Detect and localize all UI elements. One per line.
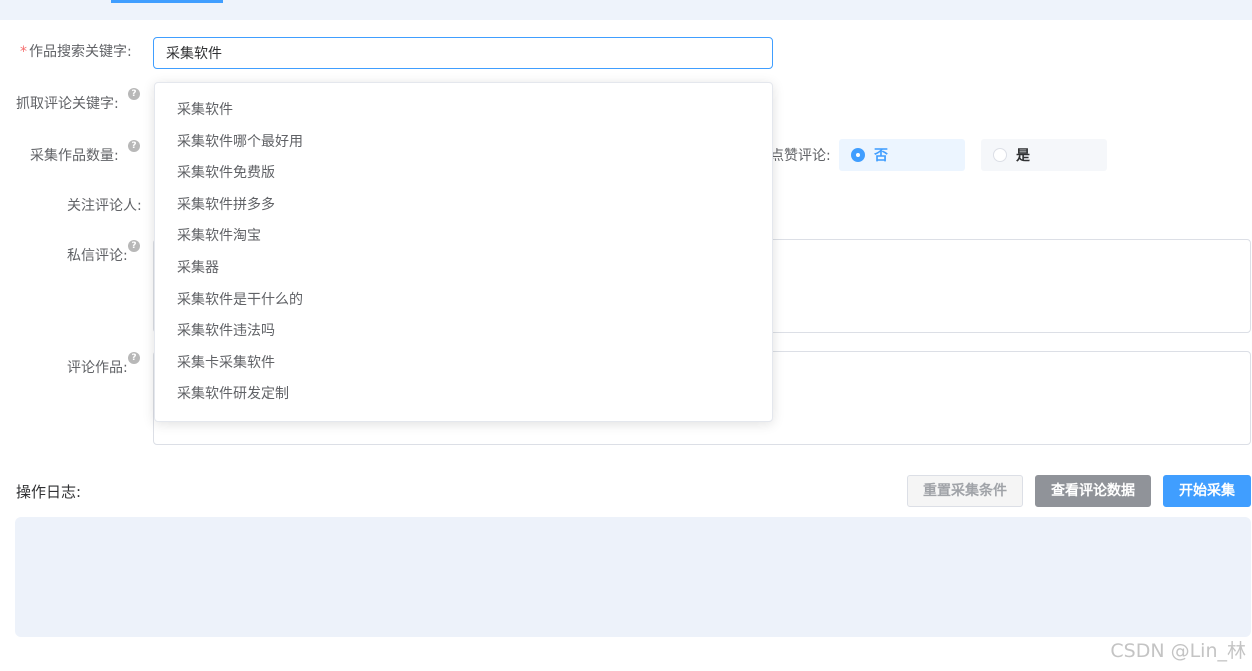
- suggestion-item[interactable]: 采集器: [155, 253, 772, 285]
- start-collect-button[interactable]: 开始采集: [1163, 475, 1251, 507]
- comment-keyword-help-icon[interactable]: ?: [128, 88, 140, 100]
- keyword-suggestion-dropdown: 采集软件 采集软件哪个最好用 采集软件免费版 采集软件拼多多 采集软件淘宝 采集…: [154, 82, 773, 422]
- suggestion-item[interactable]: 采集软件违法吗: [155, 316, 772, 348]
- like-radio-no-label: 否: [874, 148, 888, 164]
- count-label: 采集作品数量:: [30, 148, 119, 164]
- suggestion-item[interactable]: 采集软件研发定制: [155, 379, 772, 411]
- active-tab-indicator: [111, 0, 223, 3]
- comment-keyword-label: 抓取评论关键字:: [16, 96, 119, 112]
- suggestion-item[interactable]: 采集软件哪个最好用: [155, 127, 772, 159]
- suggestion-item[interactable]: 采集软件拼多多: [155, 190, 772, 222]
- like-comment-label: 点赞评论:: [770, 148, 831, 164]
- operation-log-area: [15, 517, 1251, 637]
- like-radio-yes-label: 是: [1016, 148, 1030, 164]
- like-radio-no[interactable]: 否: [839, 139, 965, 171]
- follow-commenter-label: 关注评论人:: [67, 198, 142, 214]
- like-radio-yes[interactable]: 是: [981, 139, 1107, 171]
- radio-unchecked-icon: [993, 148, 1007, 162]
- suggestion-item[interactable]: 采集软件是干什么的: [155, 285, 772, 317]
- view-comment-data-button[interactable]: 查看评论数据: [1035, 475, 1151, 507]
- csdn-watermark: CSDN @Lin_林: [1110, 640, 1246, 662]
- radio-checked-icon: [851, 148, 865, 162]
- top-tab-strip: [0, 0, 1252, 20]
- keyword-search-input[interactable]: [153, 37, 773, 69]
- required-mark: *: [20, 44, 27, 60]
- comment-work-help-icon[interactable]: ?: [128, 352, 140, 364]
- count-help-icon[interactable]: ?: [128, 140, 140, 152]
- suggestion-item[interactable]: 采集软件: [155, 95, 772, 127]
- suggestion-item[interactable]: 采集软件免费版: [155, 158, 772, 190]
- reset-conditions-button[interactable]: 重置采集条件: [907, 475, 1023, 507]
- suggestion-item[interactable]: 采集软件淘宝: [155, 221, 772, 253]
- operation-log-title: 操作日志:: [16, 483, 82, 501]
- keyword-label-text: 作品搜索关键字:: [29, 44, 132, 60]
- dm-comment-label: 私信评论:: [67, 248, 128, 264]
- comment-work-label: 评论作品:: [67, 360, 128, 376]
- dm-help-icon[interactable]: ?: [128, 240, 140, 252]
- suggestion-item[interactable]: 采集卡采集软件: [155, 348, 772, 380]
- keyword-label: * 作品搜索关键字:: [20, 42, 132, 62]
